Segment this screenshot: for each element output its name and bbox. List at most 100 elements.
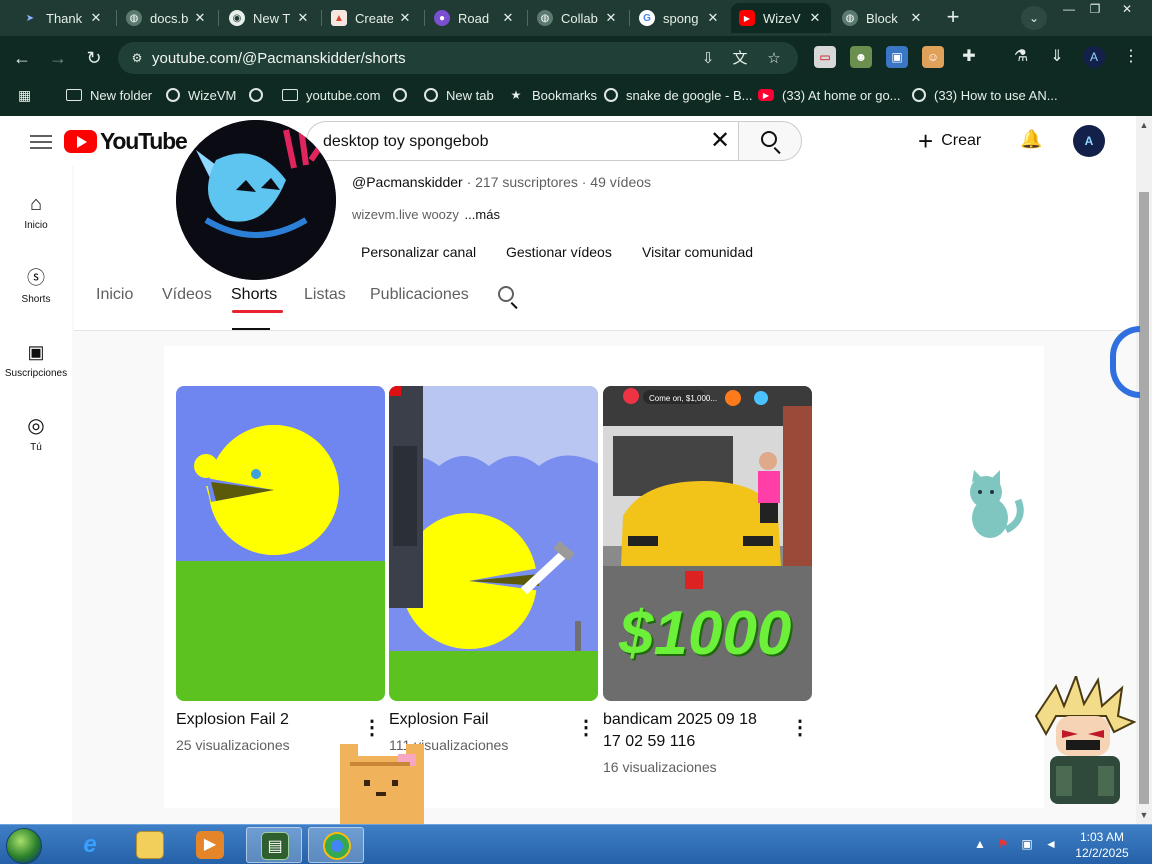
taskbar-media-player[interactable]: ▶ <box>182 827 238 863</box>
taskbar-task-manager[interactable]: ▤ <box>246 827 302 863</box>
puzzle-icon[interactable]: ✚ <box>958 46 980 68</box>
browser-tab[interactable]: ▲ Create ✕ <box>323 3 421 33</box>
short-title[interactable]: Explosion Fail <box>389 709 489 731</box>
network-icon[interactable]: ▣ <box>1019 836 1035 852</box>
guide-item-home[interactable]: ⌂ Inicio <box>0 192 72 252</box>
show-hidden-icons[interactable]: ▲ <box>972 836 988 852</box>
short-title[interactable]: Explosion Fail 2 <box>176 709 289 731</box>
bookmark-star-icon[interactable]: ☆ <box>764 49 784 69</box>
short-options-icon[interactable]: ⋮ <box>576 718 596 738</box>
scrollbar-thumb[interactable] <box>1139 192 1149 804</box>
address-bar[interactable]: ⚙ youtube.com/@Pacmanskidder/shorts ⇩ 文 … <box>118 42 798 74</box>
manage-videos-button[interactable]: Gestionar vídeos <box>506 244 612 266</box>
new-tab-button[interactable]: + <box>940 4 966 30</box>
guide-item-subscriptions[interactable]: ▣ Suscripciones <box>0 340 72 400</box>
close-tab-icon[interactable]: ✕ <box>295 10 311 26</box>
close-tab-icon[interactable]: ✕ <box>807 10 823 26</box>
youtube-logo[interactable]: YouTube <box>64 128 188 155</box>
short-thumbnail[interactable] <box>176 386 385 701</box>
short-thumbnail[interactable] <box>389 386 598 701</box>
guide-item-shorts[interactable]: ⓢ Shorts <box>0 266 72 326</box>
short-options-icon[interactable]: ⋮ <box>790 718 810 738</box>
browser-tab[interactable]: G spong ✕ <box>631 3 729 33</box>
bookmark-item[interactable]: youtube.com <box>282 86 380 104</box>
channel-handle[interactable]: @Pacmanskidder <box>352 174 463 190</box>
close-tab-icon[interactable]: ✕ <box>500 10 516 26</box>
downloads-icon[interactable]: ⇓ <box>1046 46 1068 68</box>
search-button[interactable] <box>738 121 802 161</box>
taskbar-ie[interactable]: e <box>62 827 118 863</box>
apps-grid-icon[interactable]: ▦ <box>18 87 34 103</box>
close-tab-icon[interactable]: ✕ <box>908 10 924 26</box>
close-tab-icon[interactable]: ✕ <box>88 10 104 26</box>
taskbar-chrome[interactable] <box>308 827 364 863</box>
globe-icon: ◍ <box>126 10 142 26</box>
visit-community-button[interactable]: Visitar comunidad <box>642 244 753 266</box>
back-icon[interactable]: ← <box>10 46 34 70</box>
close-tab-icon[interactable]: ✕ <box>705 10 721 26</box>
bookmark-item[interactable]: ★ Bookmarks <box>508 86 597 104</box>
browser-tab-active[interactable]: ▶ WizeV ✕ <box>731 3 831 33</box>
action-center-icon[interactable]: ⚑ <box>995 836 1011 852</box>
extension-icon[interactable]: ▣ <box>886 46 908 68</box>
short-title[interactable]: bandicam 2025 09 18 17 02 59 116 <box>603 709 773 753</box>
scroll-down-icon[interactable]: ▼ <box>1136 808 1152 822</box>
bookmark-item[interactable]: New folder <box>66 86 152 104</box>
browser-tab[interactable]: ● Road ✕ <box>426 3 524 33</box>
short-thumbnail[interactable]: Come on, $1,000... $1000 <box>603 386 812 701</box>
chrome-menu-icon[interactable]: ⋮ <box>1120 46 1142 68</box>
search-input[interactable]: desktop toy spongebob ✕ <box>306 121 740 161</box>
extension-icon[interactable]: ▭ <box>814 46 836 68</box>
browser-tab[interactable]: ◍ docs.b ✕ <box>118 3 216 33</box>
install-app-icon[interactable]: ⇩ <box>698 49 718 69</box>
guide-item-you[interactable]: ◎ Tú <box>0 414 72 474</box>
extension-icon[interactable]: ☻ <box>850 46 872 68</box>
close-tab-icon[interactable]: ✕ <box>603 10 619 26</box>
customize-channel-button[interactable]: Personalizar canal <box>361 244 476 266</box>
labs-flask-icon[interactable]: ⚗ <box>1010 46 1032 68</box>
volume-icon[interactable]: ◄ <box>1043 836 1059 852</box>
tab-shorts[interactable]: Shorts <box>231 286 277 304</box>
channel-avatar[interactable] <box>176 120 336 280</box>
browser-tab[interactable]: ◍ Block ✕ <box>834 3 932 33</box>
create-button[interactable]: + Crear <box>918 124 981 158</box>
extension-icon[interactable]: ☺ <box>922 46 944 68</box>
tab-publicaciones[interactable]: Publicaciones <box>370 286 469 304</box>
bookmark-item[interactable]: WizeVM <box>166 86 236 104</box>
tab-search-icon[interactable]: ⌄ <box>1021 6 1047 30</box>
tab-listas[interactable]: Listas <box>304 286 346 304</box>
bookmark-item[interactable]: ▶ (33) At home or go... <box>758 86 901 104</box>
browser-tab[interactable]: ➤ Thank ✕ <box>14 3 112 33</box>
clear-search-icon[interactable]: ✕ <box>707 128 733 154</box>
channel-description[interactable]: wizevm.live woozy ...más <box>352 207 500 222</box>
menu-icon[interactable] <box>30 131 52 151</box>
browser-tab[interactable]: ◍ Collab ✕ <box>529 3 627 33</box>
bookmark-item[interactable] <box>393 86 415 104</box>
translate-icon[interactable]: 文 <box>730 49 750 69</box>
short-options-icon[interactable]: ⋮ <box>362 718 382 738</box>
close-tab-icon[interactable]: ✕ <box>192 10 208 26</box>
close-tab-icon[interactable]: ✕ <box>397 10 413 26</box>
restore-icon[interactable]: ❐ <box>1082 0 1108 20</box>
more-link[interactable]: ...más <box>465 207 500 222</box>
scroll-up-icon[interactable]: ▲ <box>1136 118 1152 132</box>
bookmark-item[interactable]: snake de google - B... <box>604 86 752 104</box>
bookmark-item[interactable] <box>249 86 271 104</box>
tab-inicio[interactable]: Inicio <box>96 286 133 304</box>
bookmark-item[interactable]: New tab <box>424 86 494 104</box>
start-button[interactable] <box>6 828 42 864</box>
forward-icon[interactable]: → <box>46 46 70 70</box>
browser-tab[interactable]: ◉ New T ✕ <box>221 3 319 33</box>
tab-videos[interactable]: Vídeos <box>162 286 212 304</box>
notifications-bell-icon[interactable]: 🔔 <box>1020 129 1042 153</box>
profile-avatar-icon[interactable]: A <box>1083 46 1105 68</box>
site-info-icon[interactable]: ⚙ <box>128 49 146 67</box>
minimize-icon[interactable]: — <box>1056 0 1082 20</box>
system-clock[interactable]: 1:03 AM 12/2/2025 <box>1072 829 1132 861</box>
account-avatar[interactable]: A <box>1073 125 1105 157</box>
close-window-icon[interactable]: ✕ <box>1114 0 1140 20</box>
taskbar-explorer[interactable] <box>122 827 178 863</box>
channel-search-icon[interactable] <box>498 286 514 302</box>
bookmark-item[interactable]: (33) How to use AN... <box>912 86 1058 104</box>
reload-icon[interactable]: ↻ <box>82 46 106 70</box>
